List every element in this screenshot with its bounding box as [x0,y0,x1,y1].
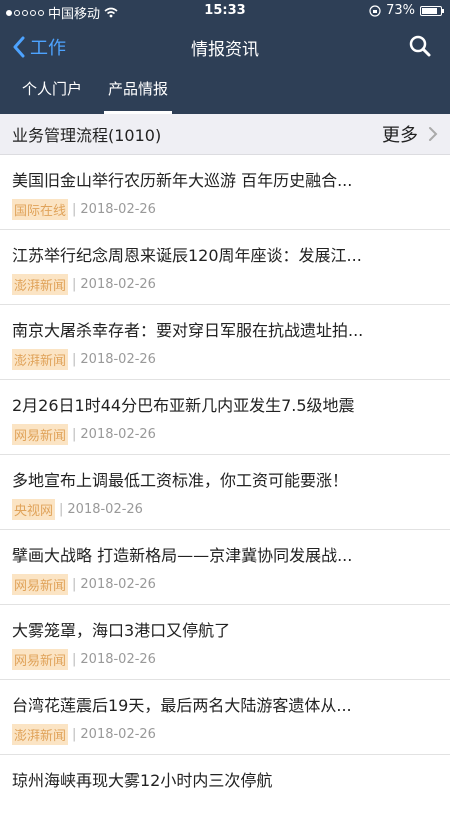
news-item[interactable]: 南京大屠杀幸存者：要对穿日军服在抗战遗址拍... 澎湃新闻 | 2018-02-26 [0,305,450,380]
news-date: 2018-02-26 [80,727,156,742]
news-title: 美国旧金山举行农历新年大巡游 百年历史融合... [12,171,353,190]
news-meta: 网易新闻 | 2018-02-26 [12,424,156,445]
news-list: 美国旧金山举行农历新年大巡游 百年历史融合... 国际在线 | 2018-02-26… [0,155,450,830]
source-badge: 澎湃新闻 [12,724,69,745]
news-item[interactable]: 琼州海峡再现大雾12小时内三次停航 [0,755,450,830]
news-date: 2018-02-26 [80,202,156,217]
news-title: 大雾笼罩，海口3港口又停航了 [12,621,231,640]
source-badge: 网易新闻 [12,424,69,445]
rotation-lock-icon [369,4,381,17]
news-item[interactable]: 2月26日1时44分巴布亚新几内亚发生7.5级地震 网易新闻 | 2018-02-2… [0,380,450,455]
news-date: 2018-02-26 [80,352,156,367]
source-badge: 网易新闻 [12,649,69,670]
battery-percent: 73% [386,3,415,18]
news-date: 2018-02-26 [80,277,156,292]
news-item[interactable]: 多地宣布上调最低工资标准，你工资可能要涨！ 央视网 | 2018-02-26 [0,455,450,530]
divider: | [72,352,77,367]
search-button[interactable] [408,34,432,58]
news-item[interactable]: 美国旧金山举行农历新年大巡游 百年历史融合... 国际在线 | 2018-02-26 [0,155,450,230]
news-meta: 澎湃新闻 | 2018-02-26 [12,349,156,370]
news-item[interactable]: 擘画大战略 打造新格局——京津冀协同发展战... 网易新闻 | 2018-02-26 [0,530,450,605]
news-meta: 网易新闻 | 2018-02-26 [12,649,156,670]
source-badge: 网易新闻 [12,574,69,595]
status-right: 73% [369,3,444,18]
news-meta: 澎湃新闻 | 2018-02-26 [12,724,156,745]
source-badge: 澎湃新闻 [12,274,69,295]
source-badge: 央视网 [12,499,56,520]
news-meta: 网易新闻 | 2018-02-26 [12,574,156,595]
nav-bar: 工作 情报资讯 [0,22,450,70]
back-label: 工作 [30,38,66,59]
section-header: 业务管理流程(1010) 更多 [0,114,450,155]
chevron-left-icon [13,36,25,58]
divider: | [72,727,77,742]
news-meta: 央视网 | 2018-02-26 [12,499,143,520]
news-title: 2月26日1时44分巴布亚新几内亚发生7.5级地震 [12,396,355,415]
section-title: 业务管理流程(1010) [12,126,162,145]
news-date: 2018-02-26 [67,502,143,517]
divider: | [72,277,77,292]
news-item[interactable]: 大雾笼罩，海口3港口又停航了 网易新闻 | 2018-02-26 [0,605,450,680]
divider: | [59,502,64,517]
news-item[interactable]: 江苏举行纪念周恩来诞辰120周年座谈：发展江... 澎湃新闻 | 2018-02-2… [0,230,450,305]
chevron-right-icon [429,127,438,141]
source-badge: 澎湃新闻 [12,349,69,370]
news-date: 2018-02-26 [80,577,156,592]
tab-bar: 个人门户 产品情报 [0,70,450,114]
news-title: 擘画大战略 打造新格局——京津冀协同发展战... [12,546,353,565]
more-label: 更多 [382,125,418,146]
search-icon [409,35,431,57]
news-title: 南京大屠杀幸存者：要对穿日军服在抗战遗址拍... [12,321,364,340]
news-title: 江苏举行纪念周恩来诞辰120周年座谈：发展江... [12,246,362,265]
news-meta: 国际在线 | 2018-02-26 [12,199,156,220]
source-badge: 国际在线 [12,199,69,220]
news-date: 2018-02-26 [80,427,156,442]
news-date: 2018-02-26 [80,652,156,667]
news-title: 琼州海峡再现大雾12小时内三次停航 [12,771,273,790]
back-button[interactable]: 工作 [12,34,66,60]
divider: | [72,202,77,217]
news-item[interactable]: 台湾花莲震后19天，最后两名大陆游客遗体从... 澎湃新闻 | 2018-02-26 [0,680,450,755]
divider: | [72,577,77,592]
news-meta: 澎湃新闻 | 2018-02-26 [12,274,156,295]
news-title: 多地宣布上调最低工资标准，你工资可能要涨！ [12,471,349,490]
status-bar: 中国移动 15:33 73% [0,0,450,22]
tab-product-intel[interactable]: 产品情报 [98,70,178,114]
more-button[interactable]: 更多 [382,121,438,147]
battery-icon [420,5,444,16]
divider: | [72,427,77,442]
divider: | [72,652,77,667]
tab-personal-portal[interactable]: 个人门户 [12,70,92,114]
news-title: 台湾花莲震后19天，最后两名大陆游客遗体从... [12,696,352,715]
page-title: 情报资讯 [191,40,259,60]
